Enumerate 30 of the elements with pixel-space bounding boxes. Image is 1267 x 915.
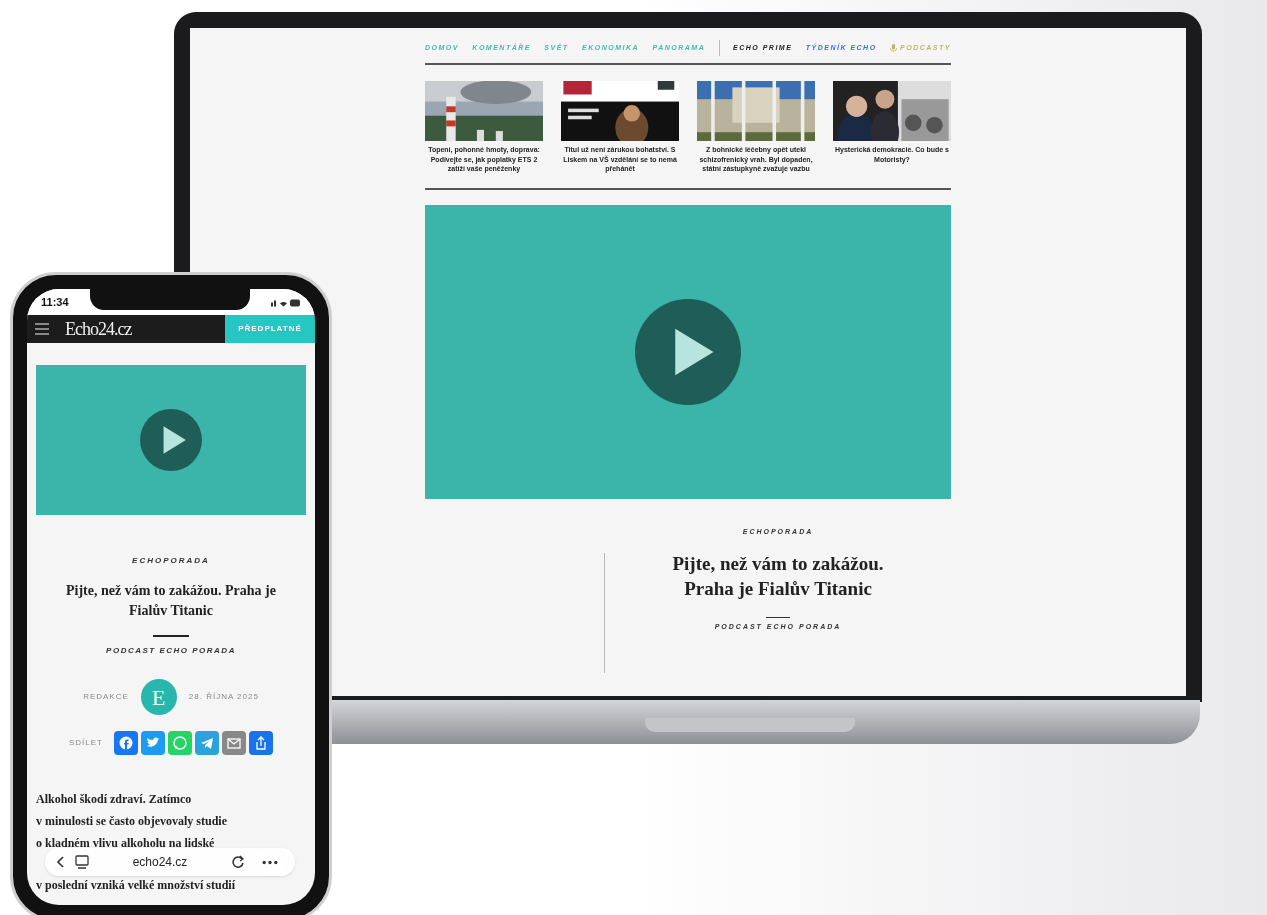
share-button[interactable]	[249, 731, 273, 755]
body-text: v minulosti se často objevovaly studie	[36, 813, 227, 829]
author-name[interactable]: REDAKCE	[83, 691, 129, 703]
article-title: Pijte, než vám to zakážou. Praha je Fialův Titanic	[65, 582, 277, 620]
play-icon	[635, 298, 741, 405]
play-icon	[140, 409, 202, 471]
body-text: Alkohol škodí zdraví. Zatímco	[36, 791, 192, 807]
share-button[interactable]	[114, 731, 138, 755]
microphone-icon	[890, 44, 897, 52]
body-text: o kladném vlivu alkoholu na lidské	[36, 835, 215, 851]
video-player[interactable]	[36, 365, 306, 515]
tabs-icon	[75, 855, 89, 869]
status-time: 11:34	[41, 294, 69, 310]
article-title: Pijte, než vám to zakážou. Praha je Fialův Titanic	[671, 552, 885, 601]
share-button[interactable]	[222, 731, 246, 755]
share-label: SDÍLET	[69, 737, 103, 749]
back-icon	[55, 855, 65, 869]
url-field[interactable]: echo24.cz	[99, 853, 221, 871]
article-kicker: ECHOPORADA	[132, 555, 210, 567]
article-date: 28. ŘÍJNA 2025	[188, 691, 259, 703]
podcast-name: PODCAST ECHO PORADA	[106, 645, 236, 657]
share-button[interactable]	[141, 731, 165, 755]
video-player[interactable]	[425, 204, 951, 499]
more-icon	[262, 859, 278, 865]
site-logo[interactable]: Echo24.cz	[57, 315, 225, 343]
share-button[interactable]	[195, 731, 219, 755]
reload-icon	[231, 855, 245, 869]
menu-icon	[35, 323, 49, 335]
body-text: v poslední vzniká velké množství studií	[36, 877, 236, 893]
author-avatar: E	[140, 679, 177, 715]
